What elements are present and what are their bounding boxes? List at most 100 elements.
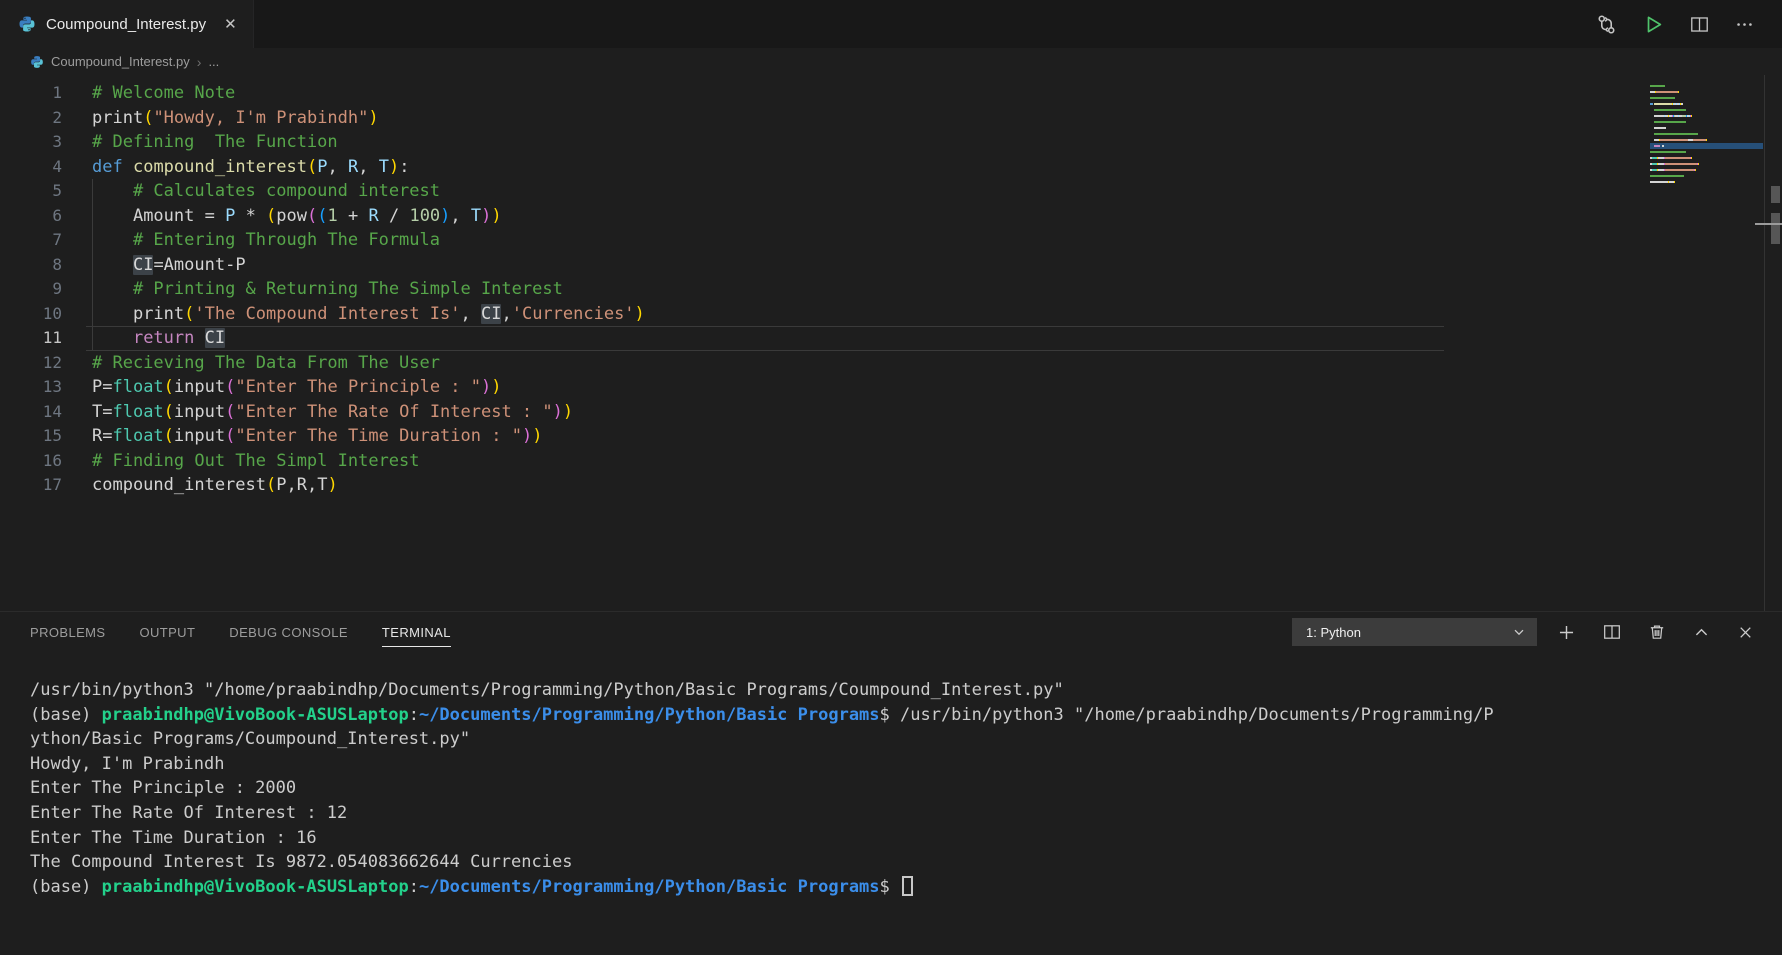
- code-text: # Defining The Function: [62, 130, 338, 155]
- code-line[interactable]: 14T=float(input("Enter The Rate Of Inter…: [0, 400, 1782, 425]
- line-number[interactable]: 13: [0, 375, 62, 400]
- code-text: R=float(input("Enter The Time Duration :…: [62, 424, 542, 449]
- code-lines: 1# Welcome Note2print("Howdy, I'm Prabin…: [0, 81, 1782, 498]
- code-text: def compound_interest(P, R, T):: [62, 155, 409, 180]
- terminal-line: The Compound Interest Is 9872.0540836626…: [30, 850, 1772, 875]
- line-number[interactable]: 1: [0, 81, 62, 106]
- line-number[interactable]: 5: [0, 179, 62, 204]
- open-changes-icon[interactable]: [1596, 14, 1617, 35]
- code-text: # Welcome Note: [62, 81, 235, 106]
- terminal-cursor: [902, 876, 913, 896]
- kill-terminal-icon[interactable]: [1648, 623, 1666, 641]
- breadcrumb-file[interactable]: Coumpound_Interest.py: [51, 54, 190, 69]
- line-number[interactable]: 6: [0, 204, 62, 229]
- line-number[interactable]: 11: [0, 326, 62, 351]
- minimap[interactable]: [1650, 83, 1763, 185]
- code-text: # Printing & Returning The Simple Intere…: [62, 277, 563, 302]
- vscode-window: Coumpound_Interest.py ✕: [0, 0, 1782, 955]
- code-text: print("Howdy, I'm Prabindh"): [62, 106, 379, 131]
- minimap-row: [1650, 179, 1763, 185]
- code-text: # Entering Through The Formula: [62, 228, 440, 253]
- python-icon: [18, 15, 36, 33]
- terminal-line: /usr/bin/python3 "/home/praabindhp/Docum…: [30, 678, 1772, 703]
- split-editor-icon[interactable]: [1690, 15, 1709, 34]
- code-line[interactable]: 13P=float(input("Enter The Principle : "…: [0, 375, 1782, 400]
- maximize-panel-icon[interactable]: [1693, 624, 1710, 641]
- line-number[interactable]: 9: [0, 277, 62, 302]
- code-line[interactable]: 5 # Calculates compound interest: [0, 179, 1782, 204]
- panel-tab-problems[interactable]: PROBLEMS: [30, 612, 105, 652]
- code-line[interactable]: 8 CI=Amount-P: [0, 253, 1782, 278]
- code-line[interactable]: 1# Welcome Note: [0, 81, 1782, 106]
- code-line[interactable]: 16# Finding Out The Simpl Interest: [0, 449, 1782, 474]
- bottom-panel: PROBLEMS OUTPUT DEBUG CONSOLE TERMINAL 1: P…: [0, 611, 1782, 955]
- code-line[interactable]: 3# Defining The Function: [0, 130, 1782, 155]
- code-text: # Calculates compound interest: [62, 179, 440, 204]
- close-icon[interactable]: ✕: [224, 15, 237, 33]
- split-terminal-icon[interactable]: [1603, 623, 1621, 641]
- panel-tab-output[interactable]: OUTPUT: [139, 612, 195, 652]
- editor-scrollbar[interactable]: [1764, 75, 1782, 611]
- tab-coumpound-interest[interactable]: Coumpound_Interest.py ✕: [0, 0, 254, 48]
- panel-actions: [1557, 623, 1782, 642]
- code-text: # Finding Out The Simpl Interest: [62, 449, 420, 474]
- panel-tabs: PROBLEMS OUTPUT DEBUG CONSOLE TERMINAL: [0, 612, 451, 652]
- terminal-lines: /usr/bin/python3 "/home/praabindhp/Docum…: [30, 678, 1772, 899]
- overview-ruler-mark: [1771, 186, 1780, 203]
- terminal-line: Enter The Rate Of Interest : 12: [30, 801, 1772, 826]
- code-text: T=float(input("Enter The Rate Of Interes…: [62, 400, 573, 425]
- breadcrumb: Coumpound_Interest.py › ...: [0, 48, 1782, 75]
- code-line[interactable]: 11 return CI: [0, 326, 1782, 351]
- terminal-line: Enter The Time Duration : 16: [30, 826, 1772, 851]
- more-actions-icon[interactable]: [1735, 15, 1754, 34]
- line-number[interactable]: 10: [0, 302, 62, 327]
- line-number[interactable]: 7: [0, 228, 62, 253]
- line-number[interactable]: 14: [0, 400, 62, 425]
- code-text: compound_interest(P,R,T): [62, 473, 338, 498]
- breadcrumb-symbol-more[interactable]: ...: [208, 54, 219, 69]
- code-text: Amount = P * (pow((1 + R / 100), T)): [62, 204, 502, 229]
- code-line[interactable]: 2print("Howdy, I'm Prabindh"): [0, 106, 1782, 131]
- terminal-selector-dropdown[interactable]: 1: Python: [1292, 618, 1537, 646]
- python-icon: [30, 55, 44, 69]
- line-number[interactable]: 2: [0, 106, 62, 131]
- panel-tab-debug-console[interactable]: DEBUG CONSOLE: [229, 612, 348, 652]
- code-line[interactable]: 4def compound_interest(P, R, T):: [0, 155, 1782, 180]
- terminal[interactable]: /usr/bin/python3 "/home/praabindhp/Docum…: [0, 652, 1782, 955]
- line-number[interactable]: 8: [0, 253, 62, 278]
- code-line[interactable]: 6 Amount = P * (pow((1 + R / 100), T)): [0, 204, 1782, 229]
- run-icon[interactable]: [1643, 14, 1664, 35]
- code-line[interactable]: 17compound_interest(P,R,T): [0, 473, 1782, 498]
- line-number[interactable]: 17: [0, 473, 62, 498]
- terminal-line: (base) praabindhp@VivoBook-ASUSLaptop:~/…: [30, 703, 1772, 728]
- code-editor[interactable]: 1# Welcome Note2print("Howdy, I'm Prabin…: [0, 75, 1782, 611]
- code-text: P=float(input("Enter The Principle : ")): [62, 375, 502, 400]
- panel-tab-terminal[interactable]: TERMINAL: [382, 612, 451, 652]
- terminal-line: (base) praabindhp@VivoBook-ASUSLaptop:~/…: [30, 875, 1772, 900]
- terminal-line: Enter The Principle : 2000: [30, 776, 1772, 801]
- tab-title: Coumpound_Interest.py: [46, 16, 206, 33]
- code-line[interactable]: 12# Recieving The Data From The User: [0, 351, 1782, 376]
- new-terminal-icon[interactable]: [1557, 623, 1576, 642]
- line-number[interactable]: 3: [0, 130, 62, 155]
- chevron-down-icon: [1511, 624, 1527, 640]
- close-panel-icon[interactable]: [1737, 624, 1754, 641]
- code-text: print('The Compound Interest Is', CI,'Cu…: [62, 302, 645, 327]
- terminal-line: ython/Basic Programs/Coumpound_Interest.…: [30, 727, 1772, 752]
- line-number[interactable]: 15: [0, 424, 62, 449]
- editor-tab-bar: Coumpound_Interest.py ✕: [0, 0, 1782, 48]
- chevron-right-icon: ›: [197, 54, 202, 70]
- code-line[interactable]: 10 print('The Compound Interest Is', CI,…: [0, 302, 1782, 327]
- line-number[interactable]: 4: [0, 155, 62, 180]
- line-number[interactable]: 12: [0, 351, 62, 376]
- terminal-selector-label: 1: Python: [1306, 625, 1511, 640]
- terminal-line: Howdy, I'm Prabindh: [30, 752, 1772, 777]
- code-text: return CI: [62, 326, 225, 351]
- code-text: # Recieving The Data From The User: [62, 351, 440, 376]
- overview-ruler-mark: [1771, 213, 1780, 244]
- code-line[interactable]: 9 # Printing & Returning The Simple Inte…: [0, 277, 1782, 302]
- tab-bar-spacer: [254, 0, 1596, 48]
- line-number[interactable]: 16: [0, 449, 62, 474]
- code-line[interactable]: 7 # Entering Through The Formula: [0, 228, 1782, 253]
- code-line[interactable]: 15R=float(input("Enter The Time Duration…: [0, 424, 1782, 449]
